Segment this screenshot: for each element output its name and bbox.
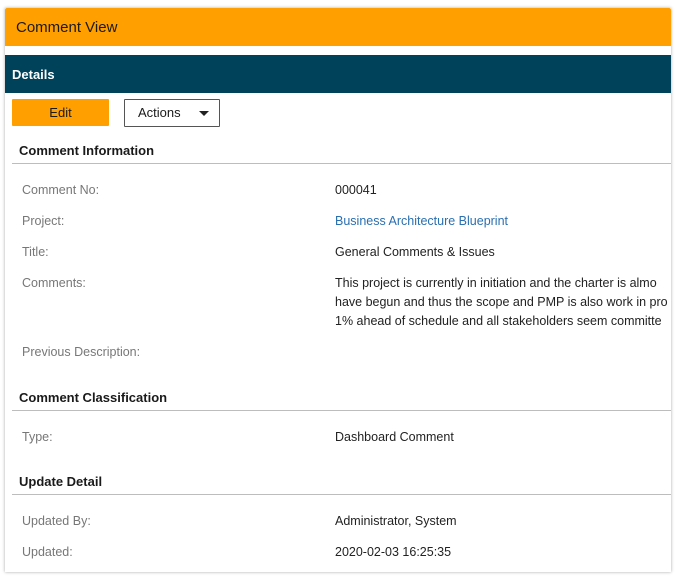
updated-by-value: Administrator, System — [335, 514, 457, 528]
page-title: Comment View — [16, 19, 118, 36]
type-value: Dashboard Comment — [335, 430, 454, 444]
updated-by-label: Updated By: — [22, 514, 91, 528]
edit-button[interactable]: Edit — [12, 99, 109, 126]
previous-description-label: Previous Description: — [22, 345, 141, 359]
title-value: General Comments & Issues — [335, 245, 495, 259]
comment-view-panel: Comment View Details Edit Actions Commen… — [5, 8, 671, 572]
project-link[interactable]: Business Architecture Blueprint — [335, 214, 508, 228]
caret-down-icon — [199, 111, 209, 116]
title-bar: Comment View — [5, 8, 671, 46]
section-divider — [12, 410, 671, 411]
project-label: Project: — [22, 214, 65, 228]
section-heading-comment-information: Comment Information — [19, 143, 155, 158]
updated-label: Updated: — [22, 545, 73, 559]
section-divider — [12, 163, 671, 164]
section-divider — [12, 494, 671, 495]
type-label: Type: — [22, 430, 53, 444]
comments-text-line: 1% ahead of schedule and all stakeholder… — [335, 314, 662, 328]
actions-dropdown[interactable]: Actions — [124, 99, 220, 127]
updated-value: 2020-02-03 16:25:35 — [335, 545, 452, 559]
details-label: Details — [12, 67, 55, 82]
section-heading-update-detail: Update Detail — [19, 474, 103, 489]
comment-no-label: Comment No: — [22, 183, 100, 197]
title-label: Title: — [22, 245, 49, 259]
details-header: Details — [5, 55, 671, 93]
comment-no-value: 000041 — [335, 183, 377, 197]
comments-text-line: This project is currently in initiation … — [335, 276, 657, 290]
comments-label: Comments: — [22, 276, 86, 290]
comments-text-line: have begun and thus the scope and PMP is… — [335, 295, 668, 309]
actions-label: Actions — [138, 105, 181, 120]
section-heading-comment-classification: Comment Classification — [19, 390, 168, 405]
